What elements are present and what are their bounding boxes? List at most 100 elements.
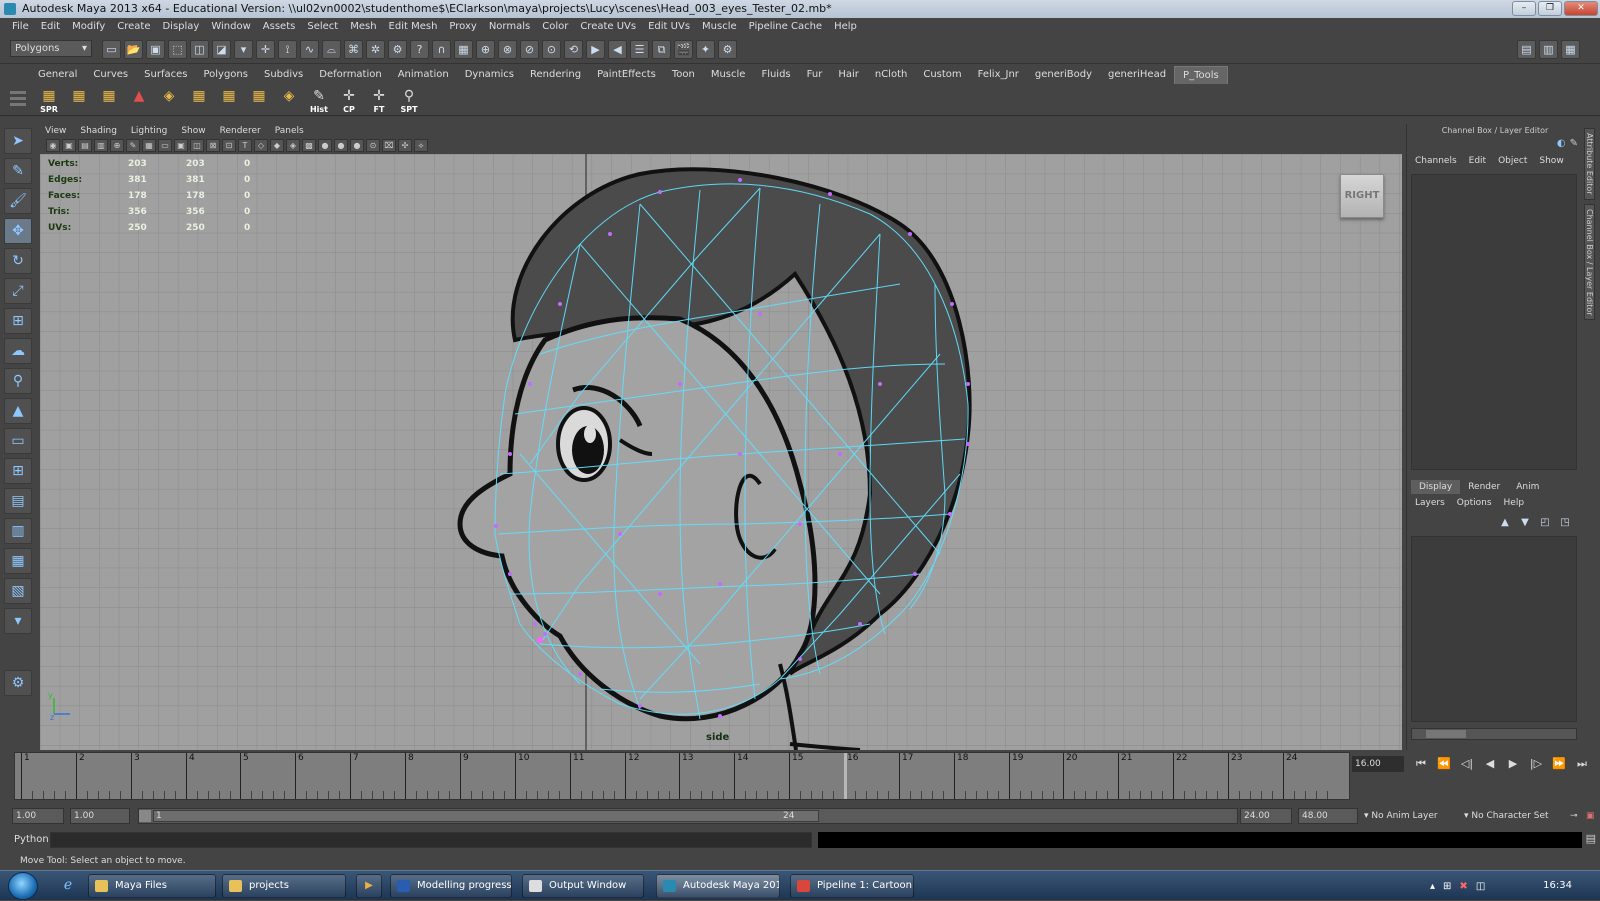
channel-box-menu-show[interactable]: Show <box>1535 156 1567 166</box>
animation-preferences-icon[interactable]: ▣ <box>1586 808 1595 824</box>
range-slider-handle[interactable] <box>139 810 151 822</box>
menu-assets[interactable]: Assets <box>257 18 302 36</box>
shelf-tab-rendering[interactable]: Rendering <box>522 66 589 84</box>
shelf-tab-fluids[interactable]: Fluids <box>753 66 798 84</box>
taskbar-clock[interactable]: 16:34 <box>1543 871 1572 901</box>
shelf-tab-hair[interactable]: Hair <box>830 66 867 84</box>
cube-shelf-button[interactable]: ▦ <box>216 86 242 114</box>
shelf-tab-toon[interactable]: Toon <box>664 66 703 84</box>
side-tab-channel-box-layer-editor[interactable]: Channel Box / Layer Editor <box>1584 203 1595 321</box>
save-scene-icon[interactable]: ▣ <box>146 40 165 59</box>
range-slider[interactable]: 1 24 <box>138 808 1238 824</box>
paint-select-tool-icon[interactable]: 🖌 <box>4 188 32 214</box>
step-forward-key-icon[interactable]: |▷ <box>1527 756 1545 772</box>
hypershade-layout-icon[interactable]: ▦ <box>4 548 32 574</box>
wireframe-on-shaded-icon[interactable]: ◈ <box>286 139 300 152</box>
viewport-menu-renderer[interactable]: Renderer <box>213 124 268 138</box>
render-settings-icon[interactable]: ⚙ <box>718 40 737 59</box>
shelf-menu-grip-icon[interactable] <box>10 88 26 114</box>
shelf-tab-curves[interactable]: Curves <box>85 66 136 84</box>
channel-box-pin-icon[interactable]: ✎ <box>1570 138 1578 149</box>
grid-toggle-icon[interactable]: ▦ <box>142 139 156 152</box>
viewport-menu-lighting[interactable]: Lighting <box>124 124 174 138</box>
channel-box-menu-edit[interactable]: Edit <box>1465 156 1490 166</box>
plane-shelf-button[interactable]: ◈ <box>156 86 182 114</box>
tray-arrow-icon[interactable]: ▴ <box>1430 881 1435 892</box>
four-pane-layout-icon[interactable]: ⊞ <box>4 458 32 484</box>
side-viewport[interactable]: Verts: 203 203 0 Edges: 381 381 0 Faces: 178 178 0 T… <box>40 154 1402 750</box>
rotate-tool-icon[interactable]: ↻ <box>4 248 32 274</box>
menu-display[interactable]: Display <box>156 18 205 36</box>
shelf-tab-generibody[interactable]: generiBody <box>1027 66 1100 84</box>
select-tool-icon[interactable]: ➤ <box>4 128 32 154</box>
cube-shelf-button[interactable]: ▦ <box>246 86 272 114</box>
new-scene-icon[interactable]: ▭ <box>102 40 121 59</box>
tray-security-icon[interactable]: ✖ <box>1459 881 1467 892</box>
minimize-button[interactable]: – <box>1512 1 1536 16</box>
menu-color[interactable]: Color <box>536 18 574 36</box>
image-plane-icon[interactable]: ▥ <box>94 139 108 152</box>
snap-grid-icon[interactable]: ▦ <box>454 40 473 59</box>
menu-normals[interactable]: Normals <box>483 18 536 36</box>
new-layer-selected-icon[interactable]: ◳ <box>1557 517 1573 531</box>
shelf-tab-ncloth[interactable]: nCloth <box>867 66 915 84</box>
cube-shelf-button[interactable]: ▦ SPR <box>36 86 62 114</box>
viewport-menu-panels[interactable]: Panels <box>268 124 311 138</box>
bookmark-icon[interactable]: ▤ <box>78 139 92 152</box>
layer-move-down-icon[interactable]: ▼ <box>1517 517 1533 531</box>
select-deformers-icon[interactable]: ⌘ <box>344 40 363 59</box>
axis-shelf-button[interactable]: ✛ CP <box>336 86 362 114</box>
cone-shelf-button[interactable]: ▲ <box>126 86 152 114</box>
menu-edit[interactable]: Edit <box>35 18 66 36</box>
mask-icon[interactable]: ▾ <box>234 40 253 59</box>
select-handles-icon[interactable]: ✛ <box>256 40 275 59</box>
use-all-lights-icon[interactable]: ● <box>334 139 348 152</box>
snap-live-icon[interactable]: ⊙ <box>542 40 561 59</box>
input-ops-icon[interactable]: ▶ <box>586 40 605 59</box>
play-backwards-icon[interactable]: ◀ <box>1481 756 1499 772</box>
layer-move-up-icon[interactable]: ▲ <box>1497 517 1513 531</box>
taskbar-item-pipeline-1-cartoon-c[interactable]: Pipeline 1: Cartoon C... <box>790 874 914 898</box>
script-editor-icon[interactable]: ▤ <box>1586 832 1596 845</box>
go-to-end-icon[interactable]: ⏭ <box>1573 756 1591 772</box>
layer-menu-help[interactable]: Help <box>1500 498 1529 508</box>
select-curves-icon[interactable]: ∿ <box>300 40 319 59</box>
shelf-tab-deformation[interactable]: Deformation <box>311 66 389 84</box>
camera-attributes-icon[interactable]: ▣ <box>62 139 76 152</box>
media-player-icon[interactable]: ▶ <box>356 874 382 898</box>
taskbar-item-projects[interactable]: projects <box>222 874 346 898</box>
select-dynamics-icon[interactable]: ✲ <box>366 40 385 59</box>
safe-title-icon[interactable]: T <box>238 139 252 152</box>
layer-tab-display[interactable]: Display <box>1411 480 1461 494</box>
universal-manipulator-icon[interactable]: ⊞ <box>4 308 32 334</box>
shelf-tab-polygons[interactable]: Polygons <box>195 66 256 84</box>
go-to-start-icon[interactable]: ⏮ <box>1412 756 1430 772</box>
menu-window[interactable]: Window <box>205 18 256 36</box>
playback-end-field[interactable]: 24.00 <box>1240 808 1292 824</box>
step-back-frame-icon[interactable]: ⏪ <box>1435 756 1453 772</box>
layer-menu-layers[interactable]: Layers <box>1411 498 1449 508</box>
gate-mask-icon[interactable]: ◫ <box>190 139 204 152</box>
range-slider-thumb[interactable]: 1 <box>153 810 819 822</box>
camera-select-icon[interactable]: ◉ <box>46 139 60 152</box>
history-icon[interactable]: ⟲ <box>564 40 583 59</box>
select-surfaces-icon[interactable]: ⌓ <box>322 40 341 59</box>
magnet-icon[interactable]: ∩ <box>432 40 451 59</box>
graph-layout-icon[interactable]: ▥ <box>4 518 32 544</box>
2d-pan-zoom-icon[interactable]: ⊕ <box>110 139 124 152</box>
new-layer-icon[interactable]: ◰ <box>1537 517 1553 531</box>
field-chart-icon[interactable]: ⊠ <box>206 139 220 152</box>
menu-create[interactable]: Create <box>111 18 156 36</box>
last-tool-icon[interactable]: ▲ <box>4 398 32 424</box>
shelf-tab-general[interactable]: General <box>30 66 85 84</box>
plane-shelf-button[interactable]: ◈ <box>276 86 302 114</box>
start-button-icon[interactable] <box>8 872 38 900</box>
select-object-icon[interactable]: ◫ <box>190 40 209 59</box>
menu-pipeline-cache[interactable]: Pipeline Cache <box>743 18 828 36</box>
tray-network-icon[interactable]: ⊞ <box>1443 881 1451 892</box>
menu-set-dropdown[interactable]: Polygons <box>10 40 92 57</box>
layer-menu-options[interactable]: Options <box>1453 498 1496 508</box>
animation-end-field[interactable]: 48.00 <box>1298 808 1358 824</box>
smooth-shade-icon[interactable]: ◆ <box>270 139 284 152</box>
layer-tab-render[interactable]: Render <box>1460 480 1508 494</box>
